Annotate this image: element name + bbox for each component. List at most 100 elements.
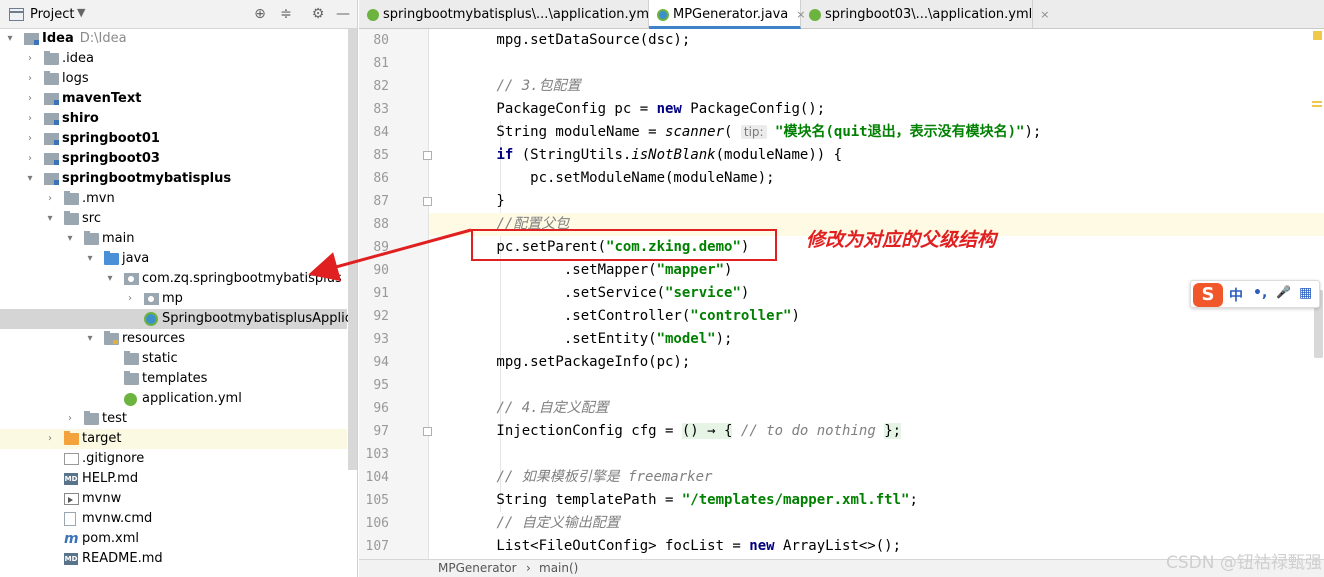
code-line[interactable] <box>429 52 1324 75</box>
code-line[interactable]: // 如果模板引擎是 freemarker <box>429 466 1324 489</box>
code-line[interactable]: mpg.setPackageInfo(pc); <box>429 351 1324 374</box>
tree-item[interactable]: MD README.md <box>0 549 347 569</box>
warning-indicator-icon[interactable] <box>1313 31 1322 40</box>
ime-punctuation-toggle[interactable]: •, <box>1253 285 1267 301</box>
code-line[interactable]: } <box>429 190 1324 213</box>
line-number[interactable]: 94 <box>359 351 389 374</box>
line-number[interactable]: 81 <box>359 52 389 75</box>
chevron-right-icon[interactable]: › <box>24 49 36 69</box>
ime-toolbar[interactable]: S 中 •, 🎤 ▦ <box>1190 280 1320 308</box>
tree-item[interactable]: ▾ Idea D:\Idea <box>0 29 347 49</box>
code-line[interactable]: mpg.setDataSource(dsc); <box>429 29 1324 52</box>
tree-item[interactable]: › .mvn <box>0 189 347 209</box>
close-icon[interactable]: × <box>1040 8 1049 21</box>
code-line[interactable] <box>429 374 1324 397</box>
microphone-icon[interactable]: 🎤 <box>1276 285 1291 299</box>
code-line[interactable]: if (StringUtils.isNotBlank(moduleName)) … <box>429 144 1324 167</box>
breadcrumb-method[interactable]: main() <box>539 560 578 577</box>
code-line[interactable]: .setMapper("mapper") <box>429 259 1324 282</box>
editor-tab[interactable]: springboot03\...\application.yml × <box>801 0 1049 29</box>
tree-item[interactable]: › test <box>0 409 347 429</box>
chevron-right-icon[interactable]: › <box>124 289 136 309</box>
line-number[interactable]: 104 <box>359 466 389 489</box>
chevron-right-icon[interactable]: › <box>44 429 56 449</box>
locate-icon[interactable]: ⊕ <box>252 6 268 22</box>
code-line[interactable]: // 3.包配置 <box>429 75 1324 98</box>
editor-tab[interactable]: MPGenerator.java × <box>649 0 805 29</box>
code-line[interactable]: pc.setModuleName(moduleName); <box>429 167 1324 190</box>
line-number[interactable]: 95 <box>359 374 389 397</box>
line-number[interactable]: 84 <box>359 121 389 144</box>
tree-item[interactable]: › springboot01 <box>0 129 347 149</box>
code-line[interactable]: .setController("controller") <box>429 305 1324 328</box>
warning-marker[interactable] <box>1312 105 1322 107</box>
line-number[interactable]: 106 <box>359 512 389 535</box>
line-number[interactable]: 86 <box>359 167 389 190</box>
code-line[interactable]: .setEntity("model"); <box>429 328 1324 351</box>
gear-icon[interactable]: ⚙ <box>310 6 326 22</box>
line-number[interactable]: 80 <box>359 29 389 52</box>
editor-tab[interactable]: springbootmybatisplus\...\application.ym… <box>359 0 670 29</box>
tree-item[interactable]: ▾ java <box>0 249 347 269</box>
chevron-down-icon[interactable]: ▾ <box>24 169 36 189</box>
sogou-logo-icon[interactable]: S <box>1193 283 1223 307</box>
tree-item[interactable]: ▾ springbootmybatisplus <box>0 169 347 189</box>
line-number[interactable]: 90 <box>359 259 389 282</box>
tree-item[interactable]: mvnw.cmd <box>0 509 347 529</box>
tree-item[interactable]: m pom.xml <box>0 529 347 549</box>
line-number[interactable]: 107 <box>359 535 389 558</box>
project-scrollbar[interactable] <box>348 29 357 470</box>
line-number[interactable]: 82 <box>359 75 389 98</box>
line-number[interactable]: 93 <box>359 328 389 351</box>
tree-item[interactable]: templates <box>0 369 347 389</box>
chevron-down-icon[interactable]: ▾ <box>44 209 56 229</box>
tree-item[interactable]: › springboot03 <box>0 149 347 169</box>
line-number[interactable]: 89 <box>359 236 389 259</box>
keyboard-icon[interactable]: ▦ <box>1299 285 1312 301</box>
tree-item[interactable]: › mavenText <box>0 89 347 109</box>
code-line[interactable]: PackageConfig pc = new PackageConfig(); <box>429 98 1324 121</box>
chevron-right-icon[interactable]: › <box>44 189 56 209</box>
minimize-icon[interactable]: — <box>335 6 351 22</box>
chevron-down-icon[interactable]: ▾ <box>84 249 96 269</box>
tree-item[interactable]: static <box>0 349 347 369</box>
tree-item[interactable]: ▾ resources <box>0 329 347 349</box>
code-line[interactable]: String templatePath = "/templates/mapper… <box>429 489 1324 512</box>
chevron-down-icon[interactable]: ▾ <box>104 269 116 289</box>
tree-item[interactable]: ▾ com.zq.springbootmybatisplus <box>0 269 347 289</box>
tree-item[interactable]: › logs <box>0 69 347 89</box>
chevron-right-icon[interactable]: › <box>24 69 36 89</box>
tree-item[interactable]: application.yml <box>0 389 347 409</box>
line-number[interactable]: 88 <box>359 213 389 236</box>
tree-item[interactable]: ▾ main <box>0 229 347 249</box>
tree-item[interactable]: › target <box>0 429 347 449</box>
line-number[interactable]: 103 <box>359 443 389 466</box>
tree-item[interactable]: MD HELP.md <box>0 469 347 489</box>
chevron-down-icon[interactable]: ▾ <box>84 329 96 349</box>
chevron-right-icon[interactable]: › <box>24 149 36 169</box>
code-line[interactable]: String moduleName = scanner( tip: "模块名(q… <box>429 121 1324 144</box>
code-line[interactable] <box>429 443 1324 466</box>
line-number[interactable]: 92 <box>359 305 389 328</box>
tree-item[interactable]: mvnw <box>0 489 347 509</box>
line-number[interactable]: 97 <box>359 420 389 443</box>
code-line[interactable]: // 自定义输出配置 <box>429 512 1324 535</box>
chevron-right-icon[interactable]: › <box>64 409 76 429</box>
tree-item[interactable]: .gitignore <box>0 449 347 469</box>
chevron-down-icon[interactable]: ▾ <box>64 229 76 249</box>
chevron-right-icon[interactable]: › <box>24 89 36 109</box>
chevron-down-icon[interactable]: ▾ <box>4 29 16 49</box>
code-line[interactable]: // 4.自定义配置 <box>429 397 1324 420</box>
tree-item[interactable]: › .idea <box>0 49 347 69</box>
line-number[interactable]: 96 <box>359 397 389 420</box>
ime-chinese-toggle[interactable]: 中 <box>1229 285 1243 305</box>
code-line[interactable]: InjectionConfig cfg = () → { // to do no… <box>429 420 1324 443</box>
tree-item[interactable]: › mp <box>0 289 347 309</box>
tree-item[interactable]: SpringbootmybatisplusApplication <box>0 309 357 329</box>
line-number[interactable]: 87 <box>359 190 389 213</box>
chevron-right-icon[interactable]: › <box>24 129 36 149</box>
breadcrumb-class[interactable]: MPGenerator <box>438 560 517 577</box>
chevron-right-icon[interactable]: › <box>24 109 36 129</box>
line-number[interactable]: 91 <box>359 282 389 305</box>
code-editor[interactable]: 80 81 82 83 84 85 86 87 88 89 90 91 92 93 94 95 96 97 103 1… <box>359 29 1324 559</box>
